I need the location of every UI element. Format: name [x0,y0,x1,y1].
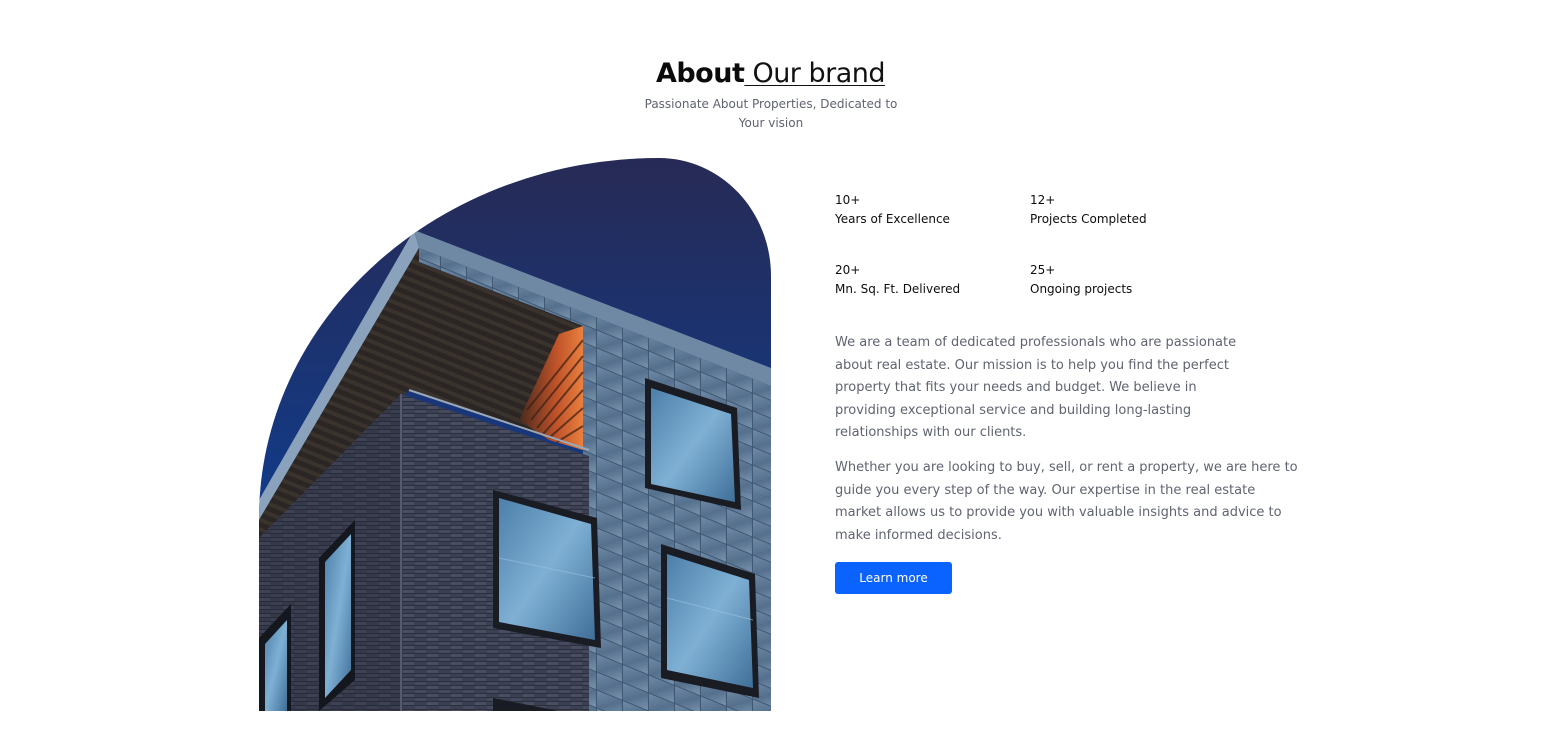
stat-label: Years of Excellence [835,212,950,226]
paragraph-line: Whether you are looking to buy, sell, or… [835,460,1298,475]
stat-label: Projects Completed [1030,212,1147,226]
paragraph-line: We are a team of dedicated professionals… [835,335,1237,350]
section-heading: About Our brand [0,54,1541,94]
stat-ongoing-projects: 25+ Ongoing projects [1030,261,1132,299]
subtitle-line-1: Passionate About Properties, Dedicated t… [644,97,898,111]
stat-projects-completed: 12+ Projects Completed [1030,191,1147,229]
building-photo [259,158,771,711]
paragraph-line: market allows us to provide you with val… [835,505,1282,520]
about-paragraph-1: We are a team of dedicated professionals… [835,332,1236,445]
paragraph-line: relationships with our clients. [835,425,1027,440]
stat-value: 12+ [1030,193,1056,207]
about-section: About Our brand Passionate About Propert… [0,0,1541,744]
heading-bold: About [655,58,745,89]
section-subtitle: Passionate About Properties, Dedicated t… [640,95,902,133]
subtitle-line-2: Your vision [738,116,804,130]
stat-sqft-delivered: 20+ Mn. Sq. Ft. Delivered [835,261,960,299]
paragraph-line: make informed decisions. [835,527,1002,543]
paragraph-line: guide you every step of the way. Our exp… [835,482,1256,498]
paragraph-line: about real estate. Our mission is to hel… [835,357,1229,373]
about-paragraph-2: Whether you are looking to buy, sell, or… [835,457,1298,547]
stat-label: Mn. Sq. Ft. Delivered [835,282,961,296]
stat-value: 20+ [835,263,861,277]
stat-label: Ongoing projects [1030,282,1133,296]
stat-years: 10+ Years of Excellence [835,191,950,229]
learn-more-button[interactable]: Learn more [835,562,952,594]
stat-value: 25+ [1030,263,1056,277]
paragraph-line: providing exceptional service and buildi… [835,402,1192,418]
stat-value: 10+ [835,193,861,207]
paragraph-line: property that fits your needs and budget… [835,380,1197,395]
heading-light: Our brand [744,58,886,89]
